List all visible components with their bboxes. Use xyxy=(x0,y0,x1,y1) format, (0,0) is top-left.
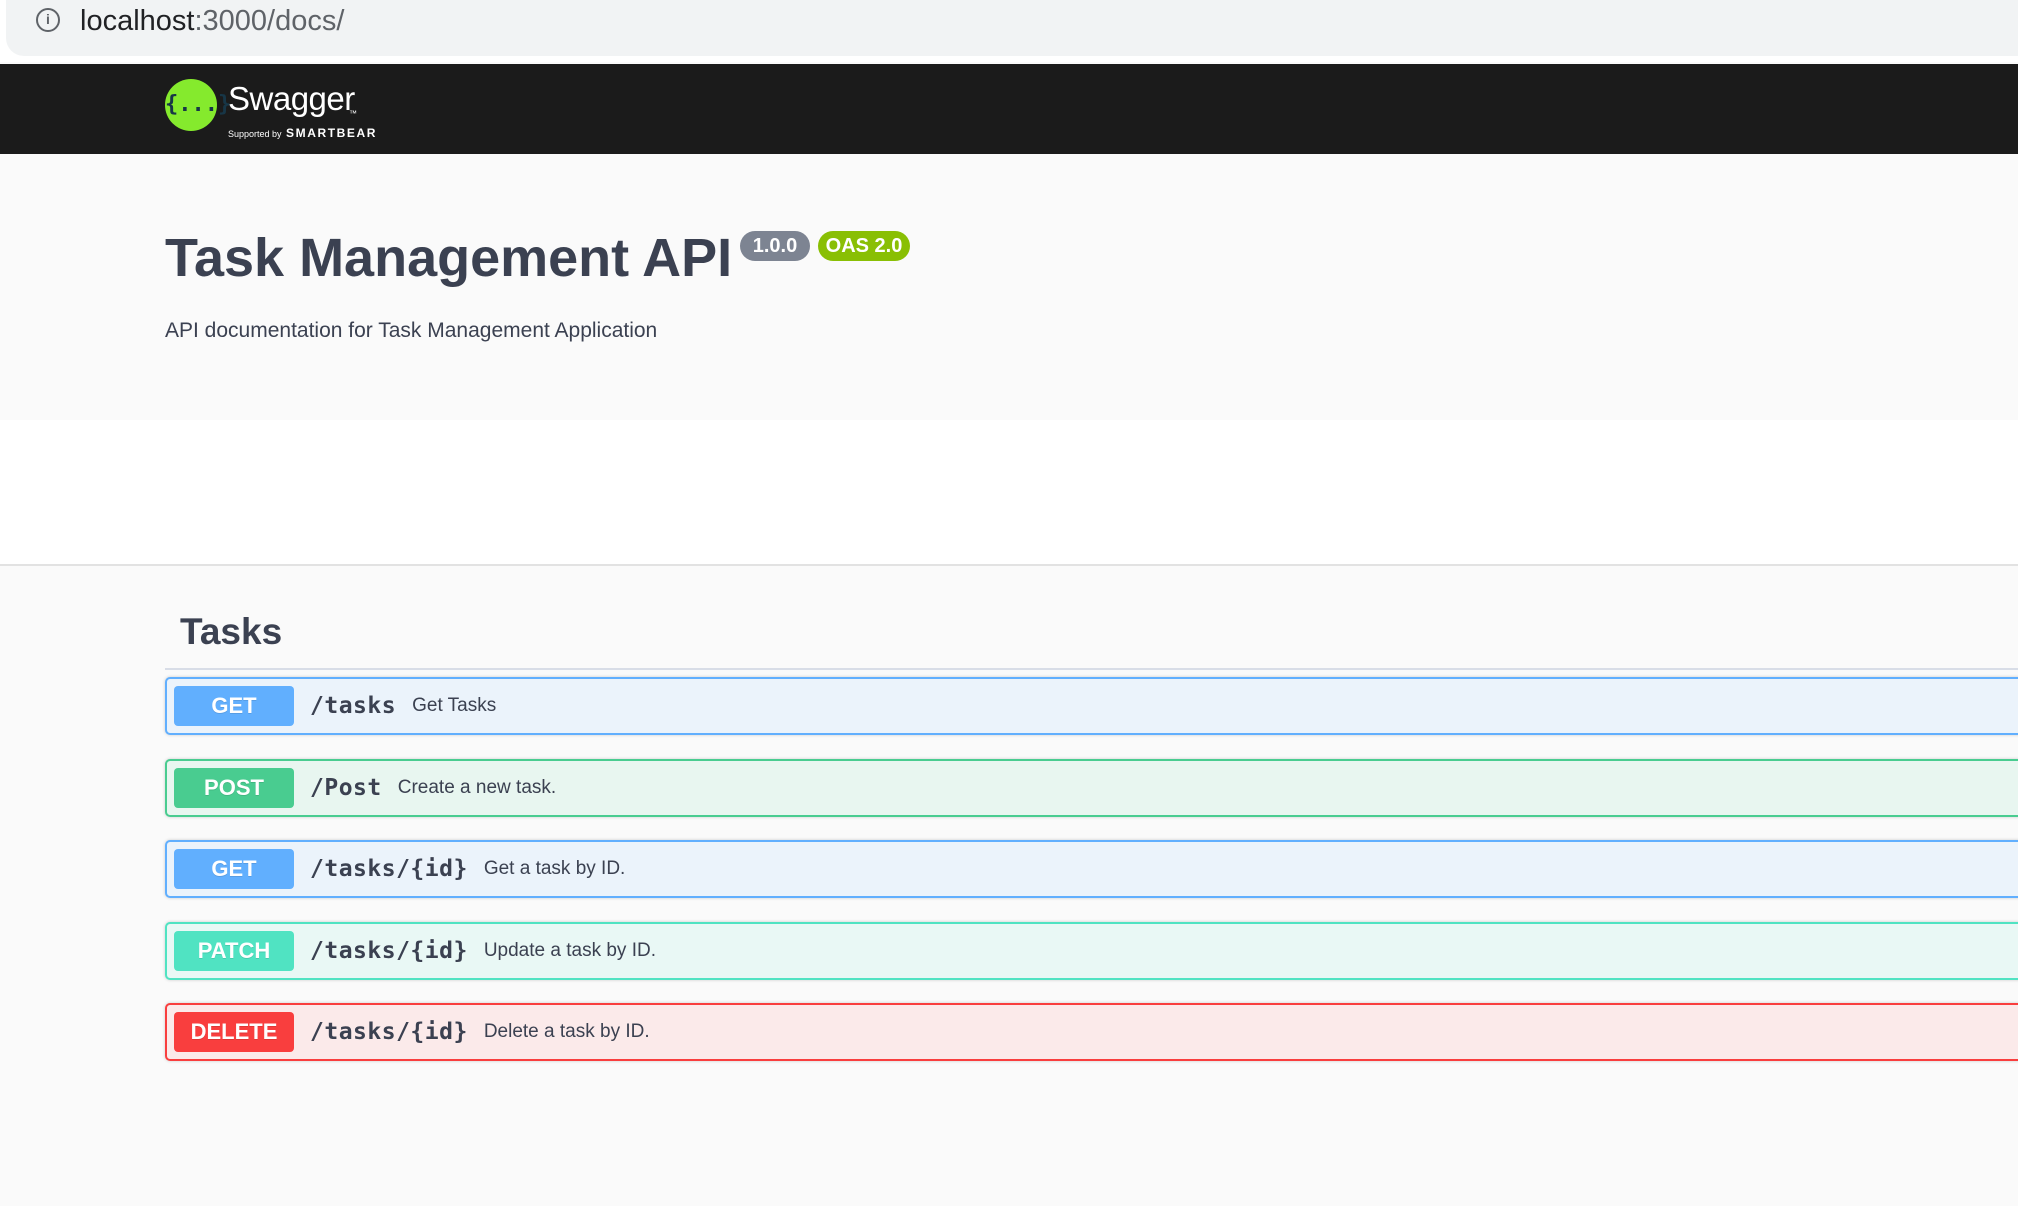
scheme-container xyxy=(0,420,2018,566)
method-badge-delete[interactable]: DELETE xyxy=(174,1012,294,1052)
version-badge: 1.0.0 xyxy=(740,231,810,261)
operation-summary-line[interactable]: /tasks/{id} Get a task by ID. xyxy=(310,842,625,896)
oas-badge: OAS 2.0 xyxy=(818,231,910,261)
method-badge-get[interactable]: GET xyxy=(174,686,294,726)
operation-summary-line[interactable]: /tasks Get Tasks xyxy=(310,679,496,733)
method-badge-patch[interactable]: PATCH xyxy=(174,931,294,971)
info-icon[interactable]: i xyxy=(36,8,60,32)
tag-divider xyxy=(165,668,2018,670)
operation-get-task-by-id[interactable]: GET /tasks/{id} Get a task by ID. xyxy=(165,840,2018,898)
method-badge-get[interactable]: GET xyxy=(174,849,294,889)
trademark-mark: ™ xyxy=(349,109,357,118)
method-badge-post[interactable]: POST xyxy=(174,768,294,808)
operation-summary[interactable]: Get a task by ID. xyxy=(484,858,626,880)
operation-path[interactable]: /Post xyxy=(310,775,382,801)
supported-by-line: Supported by SMARTBEAR xyxy=(228,124,377,142)
operation-summary[interactable]: Get Tasks xyxy=(412,695,496,717)
api-info-section: Task Management API 1.0.0 OAS 2.0 API do… xyxy=(0,154,2018,420)
operation-summary[interactable]: Create a new task. xyxy=(398,777,556,799)
operation-path[interactable]: /tasks/{id} xyxy=(310,938,468,964)
swagger-topbar: {...} Swagger ™ Supported by SMARTBEAR xyxy=(0,64,2018,154)
operation-summary-line[interactable]: /tasks/{id} Update a task by ID. xyxy=(310,924,656,978)
api-description: API documentation for Task Management Ap… xyxy=(165,319,658,342)
operation-get-tasks[interactable]: GET /tasks Get Tasks xyxy=(165,677,2018,735)
url-text[interactable]: localhost:3000/docs/ xyxy=(80,2,344,40)
operation-path[interactable]: /tasks/{id} xyxy=(310,1019,468,1045)
operation-post-post[interactable]: POST /Post Create a new task. xyxy=(165,759,2018,817)
operation-summary[interactable]: Update a task by ID. xyxy=(484,940,656,962)
swagger-logo-text[interactable]: Swagger xyxy=(228,80,355,118)
tag-heading-tasks[interactable]: Tasks xyxy=(180,606,282,658)
operation-summary[interactable]: Delete a task by ID. xyxy=(484,1021,650,1043)
operation-patch-task[interactable]: PATCH /tasks/{id} Update a task by ID. xyxy=(165,922,2018,980)
operation-summary-line[interactable]: /tasks/{id} Delete a task by ID. xyxy=(310,1005,650,1059)
swagger-logo-icon[interactable]: {...} xyxy=(165,79,231,131)
browser-address-bar: i localhost:3000/docs/ xyxy=(0,0,2018,62)
operation-delete-task[interactable]: DELETE /tasks/{id} Delete a task by ID. xyxy=(165,1003,2018,1061)
url-host: localhost xyxy=(80,5,195,37)
url-path: :3000/docs/ xyxy=(194,5,345,37)
operation-summary-line[interactable]: /Post Create a new task. xyxy=(310,761,556,815)
operation-path[interactable]: /tasks/{id} xyxy=(310,856,468,882)
smartbear-brand: SMARTBEAR xyxy=(286,126,378,140)
api-title: Task Management API xyxy=(165,228,733,288)
supported-by-text: Supported by xyxy=(228,129,282,139)
url-field[interactable]: i localhost:3000/docs/ xyxy=(6,0,2018,56)
operation-path[interactable]: /tasks xyxy=(310,693,396,719)
